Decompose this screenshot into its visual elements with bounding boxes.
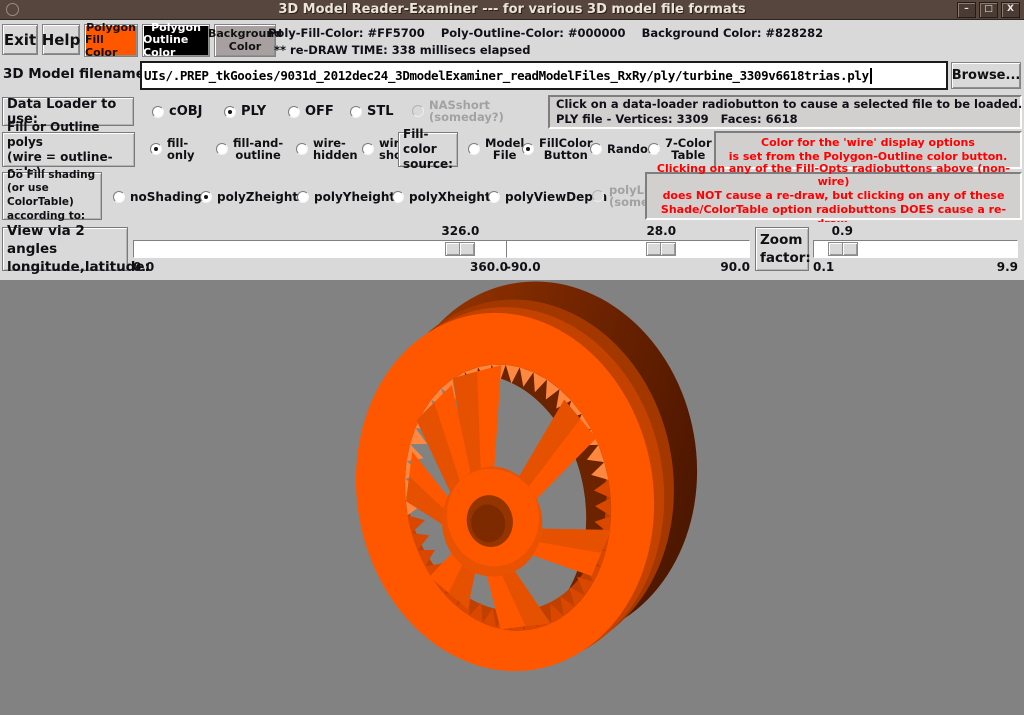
text-cursor — [870, 68, 872, 84]
data-loader-row: Data Loader to use: cOBJ PLY OFF STL NAS… — [0, 94, 1024, 130]
radio-icon — [350, 106, 362, 118]
radio-icon — [362, 143, 374, 155]
minimize-icon[interactable]: – — [957, 2, 976, 18]
toolbar: Exit Help Polygon Fill Color Polygon Out… — [0, 20, 1024, 58]
radio-icon — [297, 191, 309, 203]
longitude-max: 360.0 — [470, 260, 508, 274]
maximize-icon[interactable]: □ — [979, 2, 998, 18]
view-angles-label: View via 2 angles longitude,latitude: — [2, 227, 128, 271]
radio-stl[interactable]: STL — [350, 104, 394, 119]
zoom-min: 0.1 — [813, 260, 834, 274]
radio-icon — [113, 191, 125, 203]
radio-polyxheight[interactable]: polyXheight — [392, 190, 491, 204]
zoom-trough[interactable] — [813, 240, 1018, 258]
radio-7color-table[interactable]: 7-ColorTable — [648, 137, 712, 162]
model-canvas — [0, 280, 1024, 715]
latitude-handle[interactable] — [646, 242, 676, 256]
radio-ply[interactable]: PLY — [224, 104, 266, 119]
color-status-line: Poly-Fill-Color: #FF5700 Poly-Outline-Col… — [268, 25, 823, 42]
radio-icon — [392, 191, 404, 203]
zoom-max: 9.9 — [997, 260, 1018, 274]
latitude-min: -90.0 — [506, 260, 541, 274]
radio-fill-and-outline[interactable]: fill-and-outline — [216, 137, 283, 162]
radio-icon — [468, 143, 480, 155]
radio-model-file[interactable]: ModelFile — [468, 137, 524, 162]
browse-button[interactable]: Browse... — [951, 62, 1021, 89]
latitude-trough[interactable] — [506, 240, 750, 258]
radio-icon — [648, 143, 660, 155]
filename-row: 3D Model filename: UIs/.PREP_tkGooies/90… — [0, 58, 1024, 94]
app-window: 3D Model Reader-Examiner --- for various… — [0, 0, 1024, 715]
longitude-min: 0.0 — [133, 260, 154, 274]
exit-button[interactable]: Exit — [2, 24, 38, 55]
zoom-factor-label: Zoom factor: — [755, 227, 809, 271]
radio-polyviewdepth[interactable]: polyViewDepth — [488, 190, 607, 204]
latitude-value: 28.0 — [646, 224, 676, 238]
background-color-button[interactable]: Background Color — [214, 24, 276, 57]
radio-cobj[interactable]: cOBJ — [152, 104, 203, 119]
poly-outline-color-value: Poly-Outline-Color: #000000 — [441, 26, 626, 40]
background-color-value: Background Color: #828282 — [642, 26, 824, 40]
radio-off[interactable]: OFF — [288, 104, 334, 119]
view-controls-row: View via 2 angles longitude,latitude: 32… — [0, 222, 1024, 280]
polygon-outline-color-button[interactable]: Polygon Outline Color — [142, 24, 210, 57]
radio-icon — [488, 191, 500, 203]
help-button[interactable]: Help — [42, 24, 80, 55]
longitude-trough[interactable] — [133, 240, 508, 258]
radio-noshading[interactable]: noShading — [113, 190, 202, 204]
radio-wire-hidden[interactable]: wire-hidden — [296, 137, 358, 162]
latitude-max: 90.0 — [720, 260, 750, 274]
poly-fill-color-value: Poly-Fill-Color: #FF5700 — [268, 26, 425, 40]
radio-nasshort[interactable]: NASshort (someday?) — [412, 99, 504, 124]
3d-model-render — [0, 280, 1024, 715]
radio-icon — [590, 143, 602, 155]
close-icon[interactable]: X — [1001, 2, 1020, 18]
radio-fillcolor-button[interactable]: FillColorButton — [522, 137, 593, 162]
redraw-time: ** re-DRAW TIME: 338 millisecs elapsed — [268, 42, 823, 59]
longitude-slider[interactable]: 326.0 0.0 360.0 — [133, 225, 508, 279]
radio-polyyheight[interactable]: polyYheight — [297, 190, 395, 204]
title-bar: 3D Model Reader-Examiner --- for various… — [0, 0, 1024, 20]
fill-outline-label: Fill or Outline polys (wire = outline-on… — [2, 132, 135, 167]
filename-input[interactable]: UIs/.PREP_tkGooies/9031d_2012dec24_3Dmod… — [140, 61, 948, 90]
polygon-fill-color-button[interactable]: Polygon Fill Color — [84, 24, 138, 57]
radio-icon — [150, 143, 162, 155]
longitude-value: 326.0 — [441, 224, 479, 238]
radio-icon — [522, 143, 534, 155]
radio-icon — [224, 106, 236, 118]
filename-label: 3D Model filename: — [3, 66, 150, 82]
radio-icon — [200, 191, 212, 203]
radio-polyzheight[interactable]: polyZheight — [200, 190, 298, 204]
shading-note-panel: Clicking on any of the Fill-Opts radiobu… — [645, 172, 1022, 220]
radio-icon — [412, 105, 424, 117]
zoom-handle[interactable] — [828, 242, 858, 256]
radio-icon — [296, 143, 308, 155]
loader-info-panel: Click on a data-loader radiobutton to ca… — [548, 95, 1022, 129]
fill-color-source-label: Fill-color source: — [398, 132, 458, 167]
radio-icon — [592, 190, 604, 202]
shading-label: Do Fill shading (or use ColorTable) acco… — [2, 172, 102, 220]
longitude-handle[interactable] — [445, 242, 475, 256]
window-title: 3D Model Reader-Examiner --- for various… — [0, 2, 1024, 17]
shading-row: Do Fill shading (or use ColorTable) acco… — [0, 170, 1024, 222]
zoom-slider[interactable]: 0.9 0.1 9.9 — [813, 225, 1018, 279]
radio-fill-only[interactable]: fill-only — [150, 137, 195, 162]
latitude-slider[interactable]: 28.0 -90.0 90.0 — [506, 225, 750, 279]
radio-icon — [216, 143, 228, 155]
radio-icon — [152, 106, 164, 118]
zoom-value: 0.9 — [832, 224, 853, 238]
radio-icon — [288, 106, 300, 118]
